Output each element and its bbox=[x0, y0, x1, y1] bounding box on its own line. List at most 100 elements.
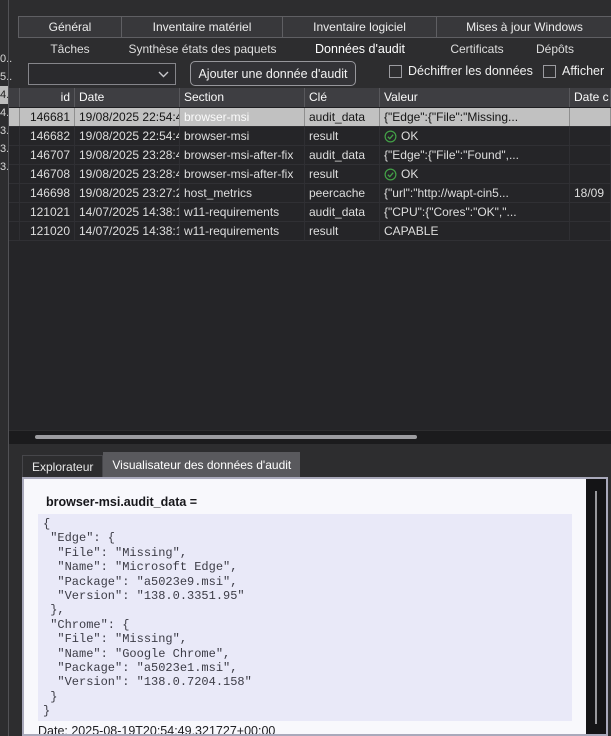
cell-valeur: {"Edge":{"File":"Found",... bbox=[380, 146, 570, 164]
valeur-text: CAPABLE bbox=[384, 224, 438, 238]
cell-date: 14/07/2025 14:38:12 bbox=[75, 203, 180, 221]
cell-valeur: CAPABLE bbox=[380, 222, 570, 240]
tab-synthese-etats-des-paquets[interactable]: Synthèse états des paquets bbox=[122, 38, 283, 59]
cell-date-c bbox=[570, 108, 611, 126]
cell-cle: result bbox=[305, 127, 380, 145]
audit-toolbar: Ajouter une donnée d'audit Déchiffrer le… bbox=[0, 60, 611, 88]
header-valeur[interactable]: Valeur bbox=[380, 88, 570, 107]
header-date[interactable]: Date bbox=[75, 88, 180, 107]
host-row-fragment[interactable]: 3.. bbox=[0, 122, 8, 140]
tab-donnees-d-audit[interactable]: Données d'audit bbox=[283, 38, 437, 59]
cell-date-c bbox=[570, 146, 611, 164]
viewer-heading: browser-msi.audit_data = bbox=[46, 495, 197, 509]
cell-valeur: {"url":"http://wapt-cin5... bbox=[380, 184, 570, 202]
cell-valeur: OK bbox=[380, 165, 570, 183]
show-label: Afficher bbox=[562, 64, 604, 78]
host-row-fragment[interactable]: 3.. bbox=[0, 140, 8, 158]
horizontal-scrollbar[interactable] bbox=[9, 431, 611, 444]
cell-section: browser-msi bbox=[180, 127, 305, 145]
cell-date: 19/08/2025 22:54:49 bbox=[75, 127, 180, 145]
header-section[interactable]: Section bbox=[180, 88, 305, 107]
cell-indicator bbox=[9, 146, 20, 164]
cell-section: browser-msi bbox=[180, 108, 305, 126]
cell-date: 19/08/2025 23:28:48 bbox=[75, 146, 180, 164]
cell-cle: audit_data bbox=[305, 108, 380, 126]
cell-date-c bbox=[570, 127, 611, 145]
tab-inventaire-materiel[interactable]: Inventaire matériel bbox=[122, 16, 283, 38]
header-cle[interactable]: Clé bbox=[305, 88, 380, 107]
vertical-scrollbar[interactable] bbox=[586, 479, 606, 734]
cell-indicator bbox=[9, 127, 20, 145]
cell-section: host_metrics bbox=[180, 184, 305, 202]
cell-date: 19/08/2025 22:54:49 bbox=[75, 108, 180, 126]
viewer-tab-visualisateur-des-donnees-d-audit[interactable]: Visualisateur des données d'audit bbox=[103, 452, 300, 477]
valeur-text: {"url":"http://wapt-cin5... bbox=[384, 186, 509, 200]
host-row-fragment[interactable]: 4.. bbox=[0, 86, 8, 104]
table-row[interactable]: 12102114/07/2025 14:38:12w11-requirement… bbox=[9, 203, 611, 222]
cell-id: 146698 bbox=[20, 184, 75, 202]
valeur-text: OK bbox=[401, 167, 418, 181]
cell-date: 14/07/2025 14:38:12 bbox=[75, 222, 180, 240]
host-row-fragment[interactable]: 3.. bbox=[0, 158, 8, 176]
cell-indicator bbox=[9, 222, 20, 240]
cell-cle: audit_data bbox=[305, 203, 380, 221]
table-row[interactable]: 14670819/08/2025 23:28:48browser-msi-aft… bbox=[9, 165, 611, 184]
cell-id: 146708 bbox=[20, 165, 75, 183]
audit-section-combobox[interactable] bbox=[28, 63, 176, 85]
table-row[interactable]: 12102014/07/2025 14:38:12w11-requirement… bbox=[9, 222, 611, 241]
header-id[interactable]: id bbox=[20, 88, 75, 107]
ok-check-icon bbox=[384, 168, 397, 181]
tab-depots[interactable]: Dépôts bbox=[517, 38, 593, 59]
header-indicator bbox=[9, 88, 20, 107]
tab-certificats[interactable]: Certificats bbox=[437, 38, 517, 59]
tab-general[interactable]: Général bbox=[18, 16, 122, 38]
viewer-tab-explorateur[interactable]: Explorateur bbox=[22, 455, 103, 477]
cell-indicator bbox=[9, 203, 20, 221]
cell-date-c bbox=[570, 203, 611, 221]
show-checkbox[interactable] bbox=[543, 65, 556, 78]
cell-indicator bbox=[9, 165, 20, 183]
table-row[interactable]: 14669819/08/2025 23:27:26host_metricspee… bbox=[9, 184, 611, 203]
cell-cle: peercache bbox=[305, 184, 380, 202]
cell-cle: audit_data bbox=[305, 146, 380, 164]
json-content: { "Edge": { "File": "Missing", "Name": "… bbox=[43, 517, 572, 719]
table-row[interactable]: 14668219/08/2025 22:54:49browser-msiresu… bbox=[9, 127, 611, 146]
decrypt-data-label: Déchiffrer les données bbox=[408, 64, 533, 78]
ok-check-icon bbox=[384, 130, 397, 143]
table-row[interactable]: 14668119/08/2025 22:54:49browser-msiaudi… bbox=[9, 108, 611, 127]
valeur-text: {"Edge":{"File":"Missing... bbox=[384, 110, 518, 124]
table-row[interactable]: 14670719/08/2025 23:28:48browser-msi-aft… bbox=[9, 146, 611, 165]
tab-mises-a-jour-windows[interactable]: Mises à jour Windows bbox=[437, 16, 611, 38]
table-body: 14668119/08/2025 22:54:49browser-msiaudi… bbox=[9, 108, 611, 241]
chevron-down-icon bbox=[158, 71, 169, 78]
cell-section: browser-msi-after-fix bbox=[180, 146, 305, 164]
add-audit-data-button[interactable]: Ajouter une donnée d'audit bbox=[190, 61, 356, 86]
cell-section: browser-msi-after-fix bbox=[180, 165, 305, 183]
audit-date-line: Date: 2025-08-19T20:54:49.321727+00:00 bbox=[38, 724, 275, 736]
horizontal-scrollbar-thumb[interactable] bbox=[35, 435, 417, 439]
audit-data-table: id Date Section Clé Valeur Date c 146681… bbox=[9, 88, 611, 430]
valeur-text: {"Edge":{"File":"Found",... bbox=[384, 148, 519, 162]
cell-indicator bbox=[9, 184, 20, 202]
decrypt-data-checkbox[interactable] bbox=[389, 65, 402, 78]
cell-cle: result bbox=[305, 222, 380, 240]
cell-valeur: {"Edge":{"File":"Missing... bbox=[380, 108, 570, 126]
cell-section: w11-requirements bbox=[180, 203, 305, 221]
header-date-c[interactable]: Date c bbox=[570, 88, 611, 107]
tab-taches[interactable]: Tâches bbox=[18, 38, 122, 59]
valeur-text: OK bbox=[401, 129, 418, 143]
viewer-tab-bar: ExplorateurVisualisateur des données d'a… bbox=[22, 452, 300, 477]
valeur-text: {"CPU":{"Cores":"OK","... bbox=[384, 205, 517, 219]
cell-id: 146681 bbox=[20, 108, 75, 126]
cell-id: 121020 bbox=[20, 222, 75, 240]
tab-inventaire-logiciel[interactable]: Inventaire logiciel bbox=[283, 16, 437, 38]
audit-data-viewer-panel: browser-msi.audit_data = { "Edge": { "Fi… bbox=[22, 477, 608, 736]
cell-section: w11-requirements bbox=[180, 222, 305, 240]
host-row-fragment[interactable]: 4.. bbox=[0, 104, 8, 122]
cell-id: 146682 bbox=[20, 127, 75, 145]
tab-bar-bottom-row: TâchesSynthèse états des paquetsDonnées … bbox=[18, 38, 593, 59]
tab-bar-top: GénéralInventaire matérielInventaire log… bbox=[18, 16, 611, 38]
cell-date: 19/08/2025 23:28:48 bbox=[75, 165, 180, 183]
vertical-scrollbar-thumb[interactable] bbox=[595, 491, 597, 724]
cell-date: 19/08/2025 23:27:26 bbox=[75, 184, 180, 202]
